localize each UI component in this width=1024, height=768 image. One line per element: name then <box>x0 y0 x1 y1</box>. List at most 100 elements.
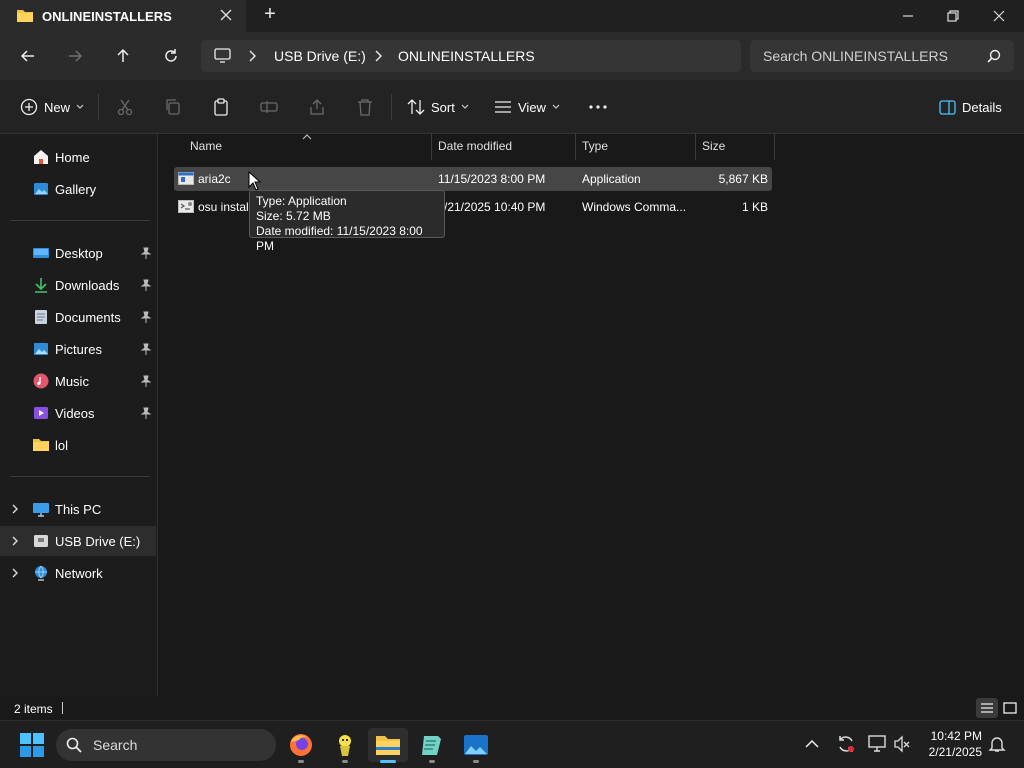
sidebar-item-network[interactable]: Network <box>0 558 156 588</box>
taskbar-clock[interactable]: 10:42 PM 2/21/2025 <box>922 728 982 760</box>
rename-button[interactable] <box>260 95 278 119</box>
trash-icon <box>358 99 372 116</box>
sidebar-item-label: Network <box>55 566 103 581</box>
column-divider[interactable] <box>695 134 696 160</box>
sync-tray-icon[interactable] <box>836 734 856 754</box>
tiles-view-button[interactable] <box>1000 698 1020 718</box>
sidebar-item-videos[interactable]: Videos <box>0 398 156 428</box>
minimize-button[interactable] <box>885 0 931 32</box>
start-button[interactable] <box>20 733 44 757</box>
copy-button[interactable] <box>164 95 182 119</box>
close-window-button[interactable] <box>976 0 1022 32</box>
restore-button[interactable] <box>930 0 976 32</box>
network-icon <box>35 565 47 581</box>
refresh-button[interactable] <box>155 40 187 72</box>
taskbar-search[interactable]: Search <box>56 729 276 761</box>
sidebar-item-desktop[interactable]: Desktop <box>0 238 156 268</box>
sidebar-item-pictures[interactable]: Pictures <box>0 334 156 364</box>
file-tooltip: Type: Application Size: 5.72 MB Date mod… <box>249 190 445 253</box>
sidebar-divider <box>10 476 150 477</box>
show-hidden-icons-button[interactable] <box>804 737 820 751</box>
sidebar-item-lol[interactable]: lol <box>0 430 156 460</box>
file-size: 1 KB <box>741 200 768 214</box>
details-view-button[interactable] <box>976 698 998 718</box>
sync-icon <box>839 736 854 752</box>
usb-drive-icon <box>34 535 48 547</box>
chevron-right-icon <box>12 536 18 546</box>
sidebar-item-home[interactable]: Home <box>0 142 156 172</box>
tab-onlineinstallers[interactable]: ONLINEINSTALLERS <box>0 0 246 32</box>
monitor-icon[interactable] <box>214 48 231 63</box>
details-pane-icon <box>939 99 956 115</box>
sidebar-divider <box>10 220 150 221</box>
mouse-cursor-icon <box>248 171 261 191</box>
sidebar-item-downloads[interactable]: Downloads <box>0 270 156 300</box>
folder-icon <box>16 8 34 23</box>
minimize-icon <box>903 15 913 17</box>
network-tray-icon[interactable] <box>867 735 887 753</box>
new-button-label: New <box>44 99 71 115</box>
search-input[interactable]: Search ONLINEINSTALLERS <box>750 40 1014 72</box>
sort-button-label: Sort <box>431 99 455 115</box>
details-button-label: Details <box>962 99 1002 115</box>
chevron-right-icon[interactable] <box>374 50 382 62</box>
column-header-type[interactable]: Type <box>582 139 608 159</box>
chevron-down-icon <box>461 104 469 109</box>
more-options-button[interactable] <box>589 95 607 119</box>
column-divider[interactable] <box>774 134 775 160</box>
sidebar-item-gallery[interactable]: Gallery <box>0 174 156 204</box>
column-header-size[interactable]: Size <box>702 139 725 159</box>
scissors-icon <box>117 99 133 116</box>
firefox-icon <box>290 734 312 756</box>
pin-icon <box>141 247 151 259</box>
share-button[interactable] <box>308 95 326 119</box>
taskbar-firefox[interactable] <box>281 728 321 762</box>
windows-logo-icon <box>20 733 44 757</box>
column-header-name[interactable]: Name <box>190 139 222 159</box>
breadcrumb-usb-drive[interactable]: USB Drive (E:) <box>274 48 366 64</box>
taskbar-photos[interactable] <box>456 728 496 762</box>
cut-button[interactable] <box>116 95 134 119</box>
back-button[interactable] <box>12 40 44 72</box>
close-tab-icon[interactable] <box>219 8 233 22</box>
sidebar-item-usb-drive[interactable]: USB Drive (E:) <box>0 526 156 556</box>
forward-button[interactable] <box>59 40 91 72</box>
sidebar-item-documents[interactable]: Documents <box>0 302 156 332</box>
file-date-modified: 11/15/2023 8:00 PM <box>438 172 546 186</box>
address-bar[interactable]: USB Drive (E:) ONLINEINSTALLERS <box>201 40 741 72</box>
new-tab-button[interactable]: + <box>258 3 282 29</box>
notifications-button[interactable] <box>988 735 1006 753</box>
file-name: aria2c <box>198 172 231 186</box>
sort-button[interactable]: Sort <box>407 95 469 119</box>
sidebar-item-label: This PC <box>55 502 102 517</box>
music-icon <box>33 373 49 389</box>
sidebar-item-music[interactable]: Music <box>0 366 156 396</box>
column-header-date-modified[interactable]: Date modified <box>438 139 512 159</box>
restore-icon <box>947 10 959 22</box>
taskbar-file-explorer[interactable] <box>368 728 408 762</box>
column-divider[interactable] <box>575 134 576 160</box>
taskbar-notepad[interactable] <box>412 728 452 762</box>
taskbar-app-character[interactable] <box>325 728 365 762</box>
view-button[interactable]: View <box>494 95 560 119</box>
paste-icon <box>214 98 228 116</box>
pictures-icon <box>34 343 48 355</box>
chevron-right-icon[interactable] <box>248 50 256 62</box>
sidebar-item-label: Gallery <box>55 182 97 197</box>
details-button[interactable]: Details <box>939 95 1002 119</box>
paste-button[interactable] <box>212 95 230 119</box>
share-icon <box>310 99 324 115</box>
sidebar-item-label: lol <box>55 438 69 453</box>
search-icon[interactable] <box>987 49 1001 63</box>
file-type: Application <box>582 172 641 186</box>
delete-button[interactable] <box>356 95 374 119</box>
volume-tray-icon[interactable] <box>893 735 911 753</box>
home-icon <box>34 150 48 164</box>
up-button[interactable] <box>107 40 139 72</box>
search-icon <box>66 737 82 753</box>
file-row-aria2c[interactable]: aria2c 11/15/2023 8:00 PM Application 5,… <box>174 167 772 191</box>
column-divider[interactable] <box>431 134 432 160</box>
breadcrumb-onlineinstallers[interactable]: ONLINEINSTALLERS <box>398 48 535 64</box>
sidebar-item-this-pc[interactable]: This PC <box>0 494 156 524</box>
new-button[interactable]: New <box>20 95 84 119</box>
